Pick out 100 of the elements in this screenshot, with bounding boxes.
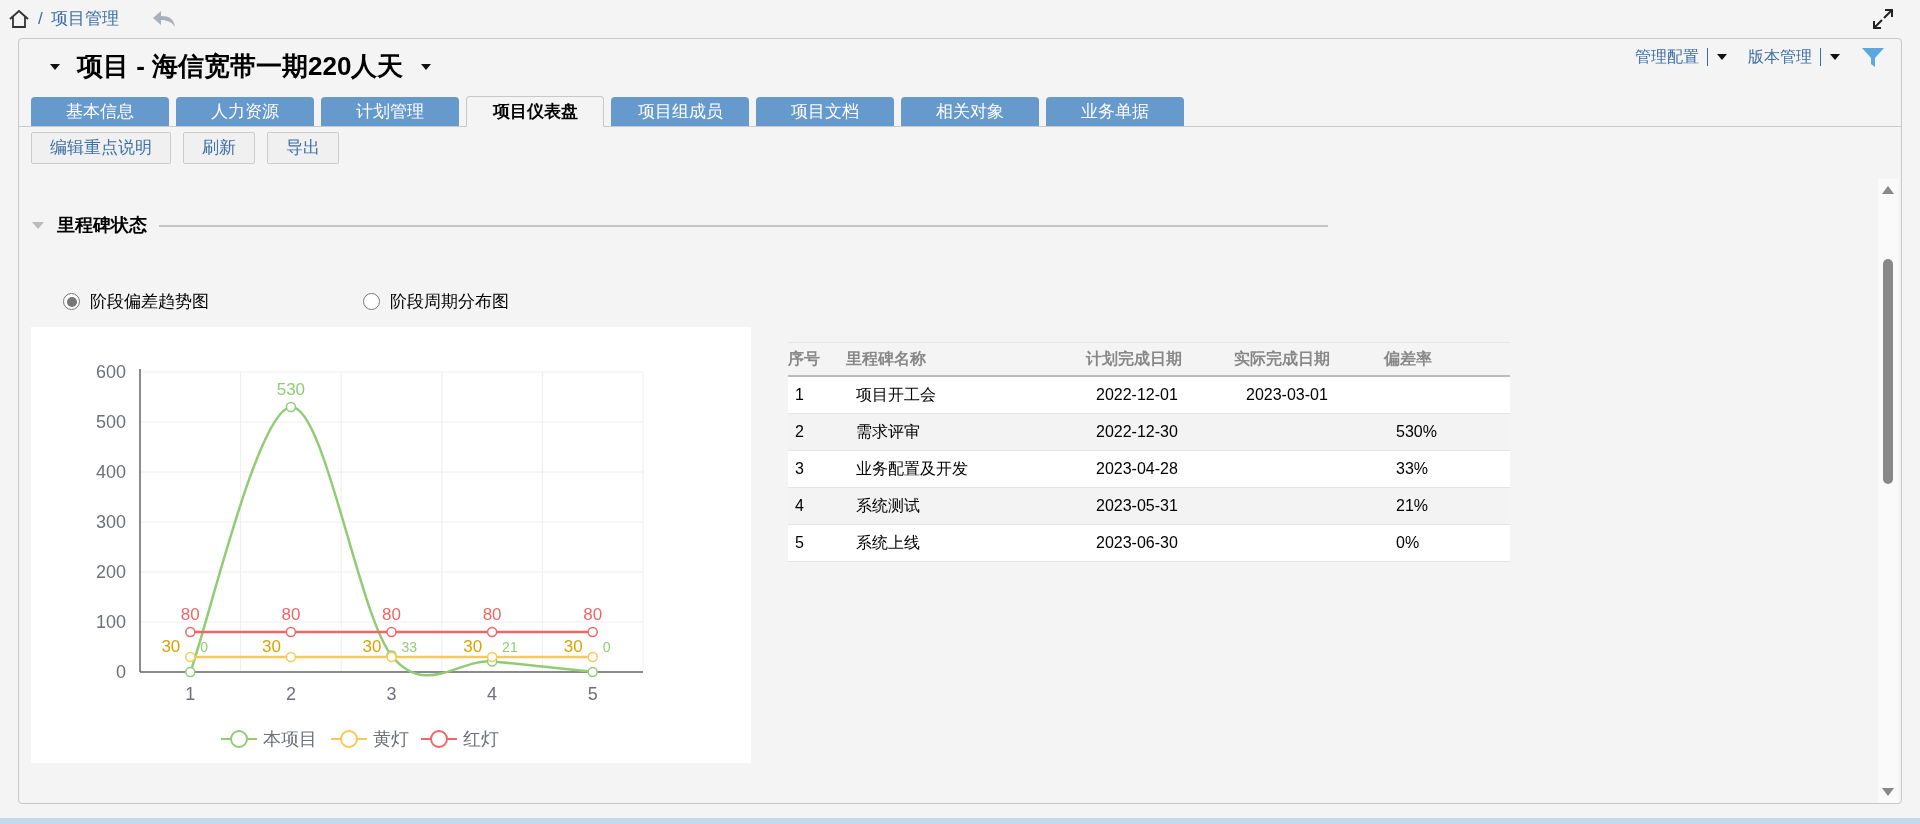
data-label: 0 (602, 638, 611, 655)
menu-link[interactable]: 管理配置 (1635, 45, 1699, 69)
tab[interactable]: 项目仪表盘 (466, 96, 604, 127)
data-label: 30 (161, 636, 181, 656)
y-tick-label: 100 (95, 611, 126, 632)
y-tick-label: 0 (116, 661, 126, 682)
data-point (587, 626, 598, 637)
data-label: 80 (583, 604, 603, 624)
tab[interactable]: 计划管理 (321, 97, 459, 126)
table-row[interactable]: 1 项目开工会 2022-12-01 2023-03-01 (788, 376, 1510, 414)
legend-marker-icon[interactable] (330, 729, 368, 748)
data-label: 21 (502, 638, 518, 655)
action-button[interactable]: 刷新 (183, 132, 255, 164)
x-tick-label: 4 (487, 683, 498, 704)
table-cell: 33% (1396, 459, 1429, 477)
section-title: 里程碑状态 (57, 214, 147, 237)
table-cell: 2023-04-28 (1096, 459, 1178, 477)
tab[interactable]: 基本信息 (31, 97, 169, 126)
tab[interactable]: 项目组成员 (611, 97, 749, 126)
scrollbar[interactable] (1878, 179, 1898, 803)
x-tick-label: 1 (185, 683, 196, 704)
data-point (587, 651, 598, 662)
data-label: 33 (401, 638, 418, 655)
x-tick-label: 5 (587, 683, 598, 704)
legend-marker-icon[interactable] (420, 729, 458, 748)
scroll-up-icon[interactable] (1881, 185, 1895, 195)
table-cell: 5 (795, 533, 804, 551)
table-cell: 需求评审 (856, 422, 920, 440)
x-tick-label: 2 (285, 683, 296, 704)
table-cell: 2 (795, 422, 804, 440)
breadcrumb-separator: / (38, 8, 43, 31)
tab[interactable]: 项目文档 (756, 97, 894, 126)
data-label: 80 (382, 604, 401, 624)
data-label: 80 (281, 604, 301, 624)
caret-down-icon[interactable] (1716, 53, 1728, 61)
table-cell: 0% (1396, 533, 1420, 551)
scroll-down-icon[interactable] (1881, 787, 1895, 797)
tab[interactable]: 人力资源 (176, 97, 314, 126)
radio-option[interactable]: 阶段周期分布图 (363, 289, 663, 315)
data-point (285, 626, 297, 637)
table-cell: 530% (1396, 422, 1437, 440)
table-cell: 2023-03-01 (1246, 385, 1328, 403)
radio-button[interactable] (63, 293, 80, 311)
table-cell: 2022-12-30 (1096, 422, 1178, 440)
table-cell: 业务配置及开发 (856, 459, 968, 477)
filter-icon[interactable] (1861, 46, 1885, 68)
action-button[interactable]: 编辑重点说明 (31, 132, 171, 164)
column-header[interactable]: 计划完成日期 (1086, 346, 1234, 371)
legend-marker-icon[interactable] (220, 729, 258, 748)
table-cell: 1 (795, 385, 804, 403)
column-header[interactable]: 偏差率 (1384, 346, 1504, 371)
column-header[interactable]: 实际完成日期 (1234, 346, 1384, 371)
x-tick-label: 3 (386, 683, 397, 704)
fullscreen-icon[interactable] (1872, 8, 1894, 30)
table-cell: 4 (795, 496, 804, 514)
data-label: 530 (276, 379, 306, 399)
table-cell: 2023-05-31 (1096, 496, 1178, 514)
caret-down-icon[interactable] (1829, 53, 1841, 61)
y-tick-label: 300 (95, 511, 126, 532)
tab[interactable]: 业务单据 (1046, 97, 1184, 126)
table-cell: 2023-06-30 (1096, 533, 1178, 551)
legend-label[interactable]: 红灯 (463, 728, 499, 749)
home-icon[interactable] (8, 9, 30, 29)
column-header[interactable]: 里程碑名称 (846, 346, 1086, 371)
table-cell: 系统上线 (856, 533, 920, 551)
data-point (285, 651, 297, 662)
breadcrumb-link[interactable]: 项目管理 (50, 6, 119, 32)
data-point (185, 651, 196, 662)
y-tick-label: 400 (95, 461, 126, 482)
action-button[interactable]: 导出 (267, 132, 339, 164)
data-point (185, 666, 196, 677)
data-point (486, 626, 498, 637)
data-label: 30 (563, 636, 583, 656)
radio-button[interactable] (363, 293, 380, 311)
collapse-caret-icon[interactable] (31, 221, 45, 230)
data-label: 80 (482, 604, 502, 624)
tab[interactable]: 相关对象 (901, 97, 1039, 126)
data-point (587, 666, 598, 677)
legend-label[interactable]: 本项目 (263, 728, 317, 749)
radio-option[interactable]: 阶段偏差趋势图 (63, 289, 363, 315)
y-tick-label: 200 (95, 561, 126, 582)
scroll-thumb[interactable] (1883, 258, 1893, 484)
caret-down-icon[interactable] (49, 62, 61, 71)
table-cell: 3 (795, 459, 804, 477)
y-tick-label: 600 (95, 361, 126, 382)
table-row[interactable]: 5 系统上线 2023-06-30 0% (788, 524, 1510, 562)
table-row[interactable]: 3 业务配置及开发 2023-04-28 33% (788, 450, 1510, 488)
data-point (185, 626, 196, 637)
table-cell: 21% (1396, 496, 1429, 514)
data-label: 80 (180, 604, 200, 624)
y-tick-label: 500 (95, 411, 126, 432)
column-header[interactable]: 序号 (788, 346, 846, 371)
data-point (386, 626, 397, 637)
legend-label[interactable]: 黄灯 (373, 728, 409, 749)
caret-down-icon[interactable] (419, 62, 432, 71)
data-label: 30 (262, 636, 281, 656)
data-label: 30 (362, 636, 382, 656)
project-title: 项目 - 海信宽带一期220人天 (77, 50, 404, 83)
table-cell: 2022-12-01 (1096, 385, 1178, 403)
menu-link[interactable]: 版本管理 (1748, 45, 1812, 69)
